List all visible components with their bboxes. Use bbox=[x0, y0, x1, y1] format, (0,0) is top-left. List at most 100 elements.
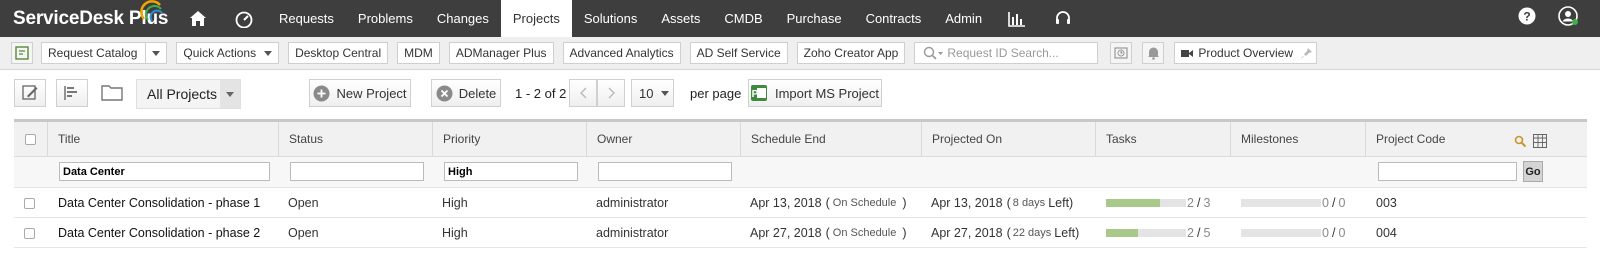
link-advanced-analytics[interactable]: Advanced Analytics bbox=[562, 42, 681, 64]
page-size-select[interactable]: 10 bbox=[631, 79, 674, 107]
search-placeholder: Request ID Search... bbox=[947, 46, 1059, 60]
nav-contracts[interactable]: Contracts bbox=[854, 0, 934, 37]
table-row[interactable]: Data Center Consolidation - phase 2 Open H… bbox=[14, 218, 1587, 248]
link-desktop-central[interactable]: Desktop Central bbox=[288, 42, 389, 64]
history-clock-icon[interactable] bbox=[1110, 42, 1133, 64]
request-id-search[interactable]: Request ID Search... bbox=[914, 42, 1099, 64]
milestones-total: 0 bbox=[1338, 226, 1346, 240]
projected-on-date: Apr 27, 2018 bbox=[931, 226, 1003, 240]
tasks-separator: / bbox=[1196, 226, 1201, 240]
row-checkbox[interactable] bbox=[24, 197, 35, 209]
schedule-end-date: Apr 27, 2018 bbox=[750, 226, 822, 240]
col-status[interactable]: Status bbox=[279, 122, 433, 156]
folder-icon[interactable] bbox=[101, 84, 123, 106]
chevron-down-icon bbox=[220, 80, 240, 108]
request-catalog-label: Request Catalog bbox=[48, 46, 138, 60]
col-project-code[interactable]: Project Code bbox=[1366, 122, 1587, 156]
new-request-icon[interactable] bbox=[11, 42, 33, 64]
link-ad-self-service[interactable]: AD Self Service bbox=[689, 42, 788, 64]
nav-projects[interactable]: Projects bbox=[500, 0, 572, 37]
priority-filter-input[interactable] bbox=[444, 162, 578, 181]
request-catalog-dropdown[interactable]: Request Catalog bbox=[41, 42, 168, 64]
dashboard-icon[interactable] bbox=[221, 0, 267, 37]
delete-button[interactable]: Delete bbox=[431, 79, 501, 107]
project-owner: administrator bbox=[596, 196, 669, 210]
table-row[interactable]: Data Center Consolidation - phase 1 Open H… bbox=[14, 188, 1587, 218]
row-checkbox[interactable] bbox=[24, 227, 35, 239]
link-mdm[interactable]: MDM bbox=[397, 42, 440, 64]
video-camera-icon bbox=[1181, 49, 1194, 58]
search-icon bbox=[923, 46, 944, 60]
col-priority[interactable]: Priority bbox=[433, 122, 587, 156]
page-size-value: 10 bbox=[639, 85, 654, 101]
help-icon[interactable]: ? bbox=[1518, 7, 1536, 30]
ms-project-icon: P bbox=[750, 85, 767, 101]
gantt-view-icon[interactable] bbox=[56, 79, 88, 107]
projected-on-cell: Apr 27, 2018(22 days Left) bbox=[931, 226, 1080, 240]
product-overview-button[interactable]: Product Overview bbox=[1174, 42, 1318, 64]
tasks-progress-fill bbox=[1106, 229, 1138, 237]
projected-on-date: Apr 13, 2018 bbox=[931, 196, 1003, 210]
select-all-checkbox[interactable] bbox=[25, 133, 36, 145]
tasks-progress-fill bbox=[1106, 199, 1160, 207]
col-projected-on[interactable]: Projected On bbox=[922, 122, 1096, 156]
delete-label: Delete bbox=[458, 85, 497, 101]
schedule-state: On Schedule bbox=[832, 227, 897, 239]
nav-problems[interactable]: Problems bbox=[346, 0, 425, 37]
nav-assets[interactable]: Assets bbox=[649, 0, 712, 37]
column-search-icon[interactable] bbox=[1514, 135, 1527, 151]
nav-changes[interactable]: Changes bbox=[425, 0, 501, 37]
col-schedule-end[interactable]: Schedule End bbox=[741, 122, 922, 156]
title-filter-input[interactable] bbox=[59, 162, 270, 181]
table-header: Title Status Priority Owner Schedule End… bbox=[14, 119, 1587, 157]
nav-admin[interactable]: Admin bbox=[933, 0, 994, 37]
link-admanager-plus[interactable]: ADManager Plus bbox=[448, 42, 554, 64]
nav-solutions[interactable]: Solutions bbox=[572, 0, 649, 37]
filter-go-button[interactable]: Go bbox=[1523, 161, 1543, 182]
tasks-separator: / bbox=[1196, 196, 1201, 210]
prev-page-button[interactable] bbox=[569, 79, 597, 107]
servicedesk-logo[interactable]: ServiceDesk Plus bbox=[13, 0, 175, 30]
support-headset-icon[interactable] bbox=[1040, 0, 1086, 37]
link-zoho-creator-app[interactable]: Zoho Creator App bbox=[796, 42, 906, 64]
secondary-toolbar: Request Catalog Quick Actions Desktop Ce… bbox=[0, 37, 1600, 70]
nav-purchase[interactable]: Purchase bbox=[775, 0, 854, 37]
schedule-end-date: Apr 13, 2018 bbox=[750, 196, 822, 210]
col-owner[interactable]: Owner bbox=[587, 122, 741, 156]
col-tasks[interactable]: Tasks bbox=[1096, 122, 1231, 156]
days-left: 8 days bbox=[1012, 197, 1046, 209]
col-milestones[interactable]: Milestones bbox=[1231, 122, 1366, 156]
project-code-filter-input[interactable] bbox=[1378, 162, 1517, 181]
project-status: Open bbox=[288, 226, 319, 240]
next-page-button[interactable] bbox=[597, 79, 625, 107]
nav-requests[interactable]: Requests bbox=[267, 0, 346, 37]
tasks-cell: 2/5 bbox=[1106, 218, 1210, 248]
svg-text:P: P bbox=[752, 89, 759, 100]
reports-icon[interactable] bbox=[994, 0, 1040, 37]
nav-cmdb[interactable]: CMDB bbox=[712, 0, 774, 37]
new-project-button[interactable]: New Project bbox=[309, 79, 411, 107]
col-title[interactable]: Title bbox=[48, 122, 279, 156]
project-title-link[interactable]: Data Center Consolidation - phase 2 bbox=[58, 218, 260, 248]
projected-on-cell: Apr 13, 2018(8 days Left) bbox=[931, 196, 1074, 210]
status-filter-input[interactable] bbox=[290, 162, 424, 181]
filter-row: Go bbox=[14, 157, 1587, 188]
pin-icon[interactable] bbox=[1301, 47, 1313, 59]
tasks-done: 2 bbox=[1187, 196, 1194, 210]
project-title-link[interactable]: Data Center Consolidation - phase 1 bbox=[58, 188, 260, 218]
project-code: 003 bbox=[1376, 196, 1397, 210]
project-code: 004 bbox=[1376, 226, 1397, 240]
home-icon[interactable] bbox=[175, 0, 221, 37]
edit-view-icon[interactable] bbox=[14, 79, 46, 107]
owner-filter-input[interactable] bbox=[598, 162, 732, 181]
tasks-done: 2 bbox=[1187, 226, 1194, 240]
user-profile-icon[interactable] bbox=[1558, 6, 1580, 31]
project-view-select[interactable]: All Projects bbox=[136, 79, 241, 109]
project-priority: High bbox=[442, 226, 468, 240]
quick-actions-dropdown[interactable]: Quick Actions bbox=[176, 42, 280, 64]
import-ms-project-button[interactable]: P Import MS Project bbox=[748, 79, 882, 107]
select-all-checkbox-cell bbox=[14, 122, 48, 156]
milestones-done: 0 bbox=[1322, 196, 1329, 210]
column-chooser-icon[interactable] bbox=[1533, 134, 1547, 151]
notification-bell-icon[interactable] bbox=[1142, 42, 1165, 64]
